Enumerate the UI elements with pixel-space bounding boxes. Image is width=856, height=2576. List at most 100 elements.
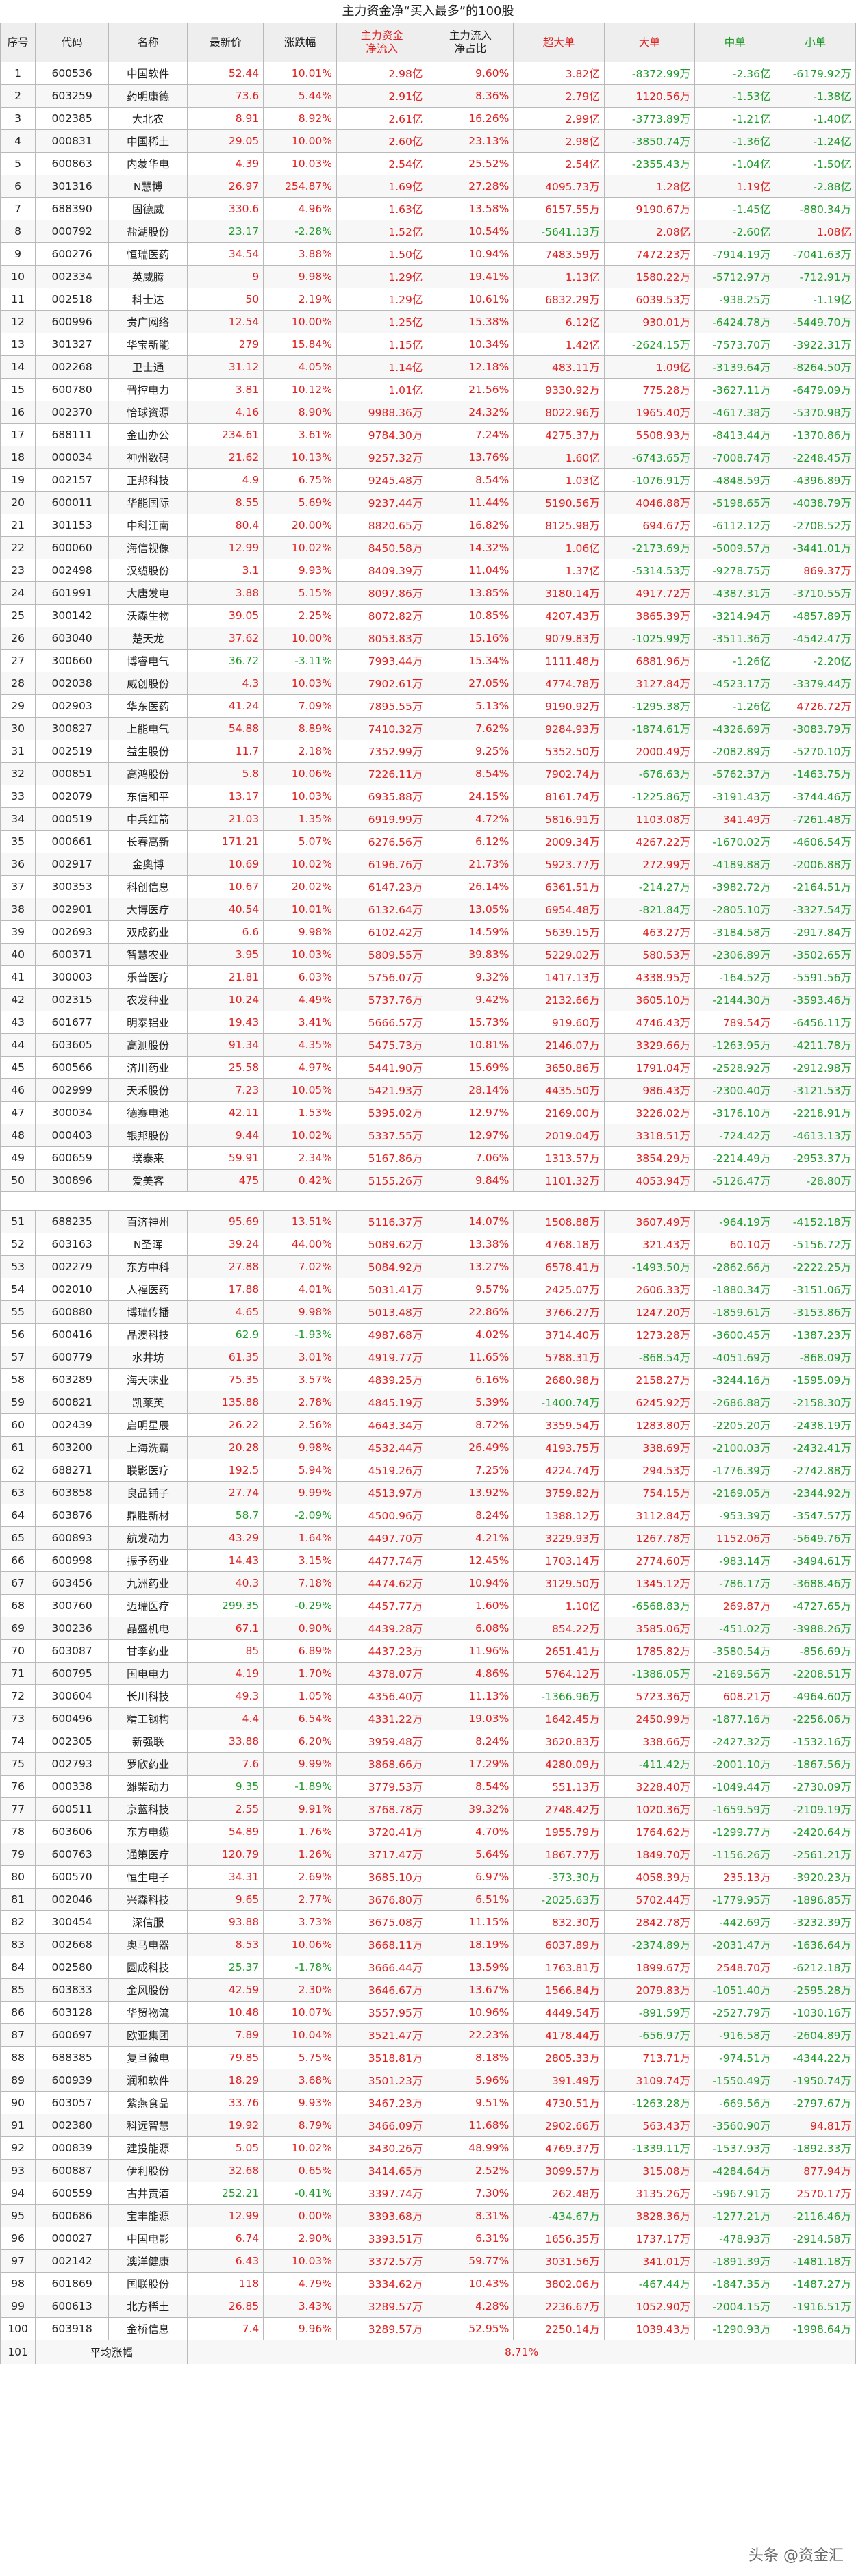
- table-row: 26 603040 楚天龙 37.62 10.00% 8053.83万 15.16% 9079…: [0, 627, 856, 650]
- table-row: 45 600566 济川药业 25.58 4.97% 5441.90万 15.69% 3650…: [0, 1056, 856, 1079]
- cell-index: 8: [0, 220, 36, 243]
- cell-price: 12.54: [187, 310, 264, 333]
- table-row: 85 603833 金风股份 42.59 2.30% 3646.67万 13.67% 1566…: [0, 1978, 856, 2002]
- cell-price: 8.55: [187, 491, 264, 514]
- cell-main-inflow: 8820.65万: [336, 514, 428, 537]
- cell-index: 39: [0, 920, 36, 944]
- table-row: 31 002519 益生股份 11.7 2.18% 7352.99万 9.25% 5352.5…: [0, 740, 856, 763]
- cell-change: 4.35%: [263, 1033, 338, 1057]
- cell-name: 恰球资源: [108, 401, 188, 424]
- cell-price: 21.81: [187, 965, 264, 989]
- table-row: 22 600060 海信视像 12.99 10.02% 8450.58万 14.32% 1.0…: [0, 536, 856, 559]
- cell-small: -1916.51万: [775, 2295, 856, 2318]
- cell-price: 8.91: [187, 107, 264, 130]
- cell-index: 53: [0, 1255, 36, 1278]
- cell-name: 水井坊: [108, 1346, 188, 1369]
- cell-main-inflow: 7895.55万: [336, 694, 428, 718]
- cell-change: 4.05%: [263, 355, 338, 379]
- cell-medium: -2527.79万: [694, 2001, 776, 2024]
- cell-super-large: 3759.82万: [513, 1481, 605, 1504]
- col-header-medium: 中单: [694, 23, 776, 62]
- cell-main-inflow: 8409.39万: [336, 559, 428, 582]
- cell-price: 5.8: [187, 762, 264, 785]
- table-row: 77 600511 京蓝科技 2.55 9.91% 3768.78万 39.32% 2748.…: [0, 1797, 856, 1821]
- cell-small: -4211.78万: [775, 1033, 856, 1057]
- cell-index: 73: [0, 1707, 36, 1730]
- table-row: 9 600276 恒瑞医药 34.54 3.88% 1.50亿 10.94% 7483.59万…: [0, 242, 856, 266]
- cell-main-ratio: 4.72%: [427, 807, 514, 831]
- cell-super-large: 6578.41万: [513, 1255, 605, 1278]
- cell-index: 84: [0, 1956, 36, 1979]
- cell-super-large: 2019.04万: [513, 1124, 605, 1147]
- cell-main-ratio: 5.96%: [427, 2069, 514, 2092]
- cell-main-ratio: 14.07%: [427, 1210, 514, 1233]
- cell-large: 1103.08万: [603, 807, 696, 831]
- cell-medium: -5712.97万: [694, 265, 776, 288]
- cell-change: 2.69%: [263, 1865, 338, 1889]
- cell-super-large: -373.30万: [513, 1865, 605, 1889]
- cell-large: -891.59万: [603, 2001, 696, 2024]
- cell-main-ratio: 7.06%: [427, 1146, 514, 1170]
- cell-medium: -1880.34万: [694, 1278, 776, 1301]
- cell-super-large: 9330.92万: [513, 378, 605, 401]
- cell-name: 紫燕食品: [108, 2091, 188, 2114]
- cell-code: 603833: [35, 1978, 109, 2002]
- cell-index: 86: [0, 2001, 36, 2024]
- cell-name: 高测股份: [108, 1033, 188, 1057]
- cell-main-inflow: 3676.80万: [336, 1888, 428, 1911]
- cell-main-ratio: 1.60%: [427, 1594, 514, 1617]
- cell-super-large: 5639.15万: [513, 920, 605, 944]
- cell-name: 济川药业: [108, 1056, 188, 1079]
- cell-change: 1.70%: [263, 1662, 338, 1685]
- cell-large: 1052.90万: [603, 2295, 696, 2318]
- cell-index: 17: [0, 423, 36, 446]
- cell-name: 楚天龙: [108, 627, 188, 650]
- cell-index: 29: [0, 694, 36, 718]
- cell-price: 19.43: [187, 1011, 264, 1034]
- table-row: 19 002157 正邦科技 4.9 6.75% 9245.48万 8.54% 1.03亿 -1…: [0, 468, 856, 492]
- cell-code: 002380: [35, 2114, 109, 2137]
- cell-name: 联影医疗: [108, 1459, 188, 1482]
- cell-small: -7261.48万: [775, 807, 856, 831]
- cell-code: 603606: [35, 1820, 109, 1843]
- cell-super-large: 4193.75万: [513, 1436, 605, 1459]
- cell-super-large: 6832.29万: [513, 288, 605, 311]
- cell-name: 澳洋健康: [108, 2249, 188, 2273]
- cell-code: 002305: [35, 1730, 109, 1753]
- cell-super-large: 1101.32万: [513, 1169, 605, 1192]
- cell-code: 600613: [35, 2295, 109, 2318]
- cell-index: 99: [0, 2295, 36, 2318]
- cell-main-inflow: 1.29亿: [336, 288, 428, 311]
- cell-change: -1.93%: [263, 1323, 338, 1346]
- table-row: 59 600821 凯莱英 135.88 2.78% 4845.19万 5.39% -1400…: [0, 1391, 856, 1414]
- cell-change: 5.07%: [263, 830, 338, 853]
- cell-super-large: 5352.50万: [513, 740, 605, 763]
- cell-change: 2.90%: [263, 2227, 338, 2250]
- cell-code: 002793: [35, 1752, 109, 1776]
- table-row: 50 300896 爱美客 475 0.42% 5155.26万 9.84% 1101.32万…: [0, 1169, 856, 1192]
- cell-main-ratio: 9.60%: [427, 62, 514, 85]
- cell-main-inflow: 9257.32万: [336, 446, 428, 469]
- cell-main-inflow: 3334.62万: [336, 2272, 428, 2295]
- cell-small: -4613.13万: [775, 1124, 856, 1147]
- cell-change: 9.98%: [263, 1300, 338, 1324]
- cell-change: 5.69%: [263, 491, 338, 514]
- table-row: 74 002305 新强联 33.88 6.20% 3959.48万 8.24% 3620.8…: [0, 1730, 856, 1753]
- cell-price: 252.21: [187, 2182, 264, 2205]
- table-row: 55 600880 博瑞传播 4.65 9.98% 5013.48万 22.86% 3766.…: [0, 1300, 856, 1324]
- cell-price: 279: [187, 333, 264, 356]
- cell-large: -1493.50万: [603, 1255, 696, 1278]
- cell-small: -2208.51万: [775, 1662, 856, 1685]
- cell-main-inflow: 4474.62万: [336, 1571, 428, 1595]
- cell-price: 9.44: [187, 1124, 264, 1147]
- cell-small: -1030.16万: [775, 2001, 856, 2024]
- cell-code: 000839: [35, 2136, 109, 2160]
- cell-large: -1076.91万: [603, 468, 696, 492]
- cell-main-ratio: 25.52%: [427, 152, 514, 175]
- cell-change: 2.56%: [263, 1413, 338, 1437]
- cell-small: -5649.76万: [775, 1526, 856, 1550]
- cell-main-inflow: 4437.23万: [336, 1639, 428, 1663]
- cell-code: 000338: [35, 1775, 109, 1798]
- cell-code: 603858: [35, 1481, 109, 1504]
- cell-index: 57: [0, 1346, 36, 1369]
